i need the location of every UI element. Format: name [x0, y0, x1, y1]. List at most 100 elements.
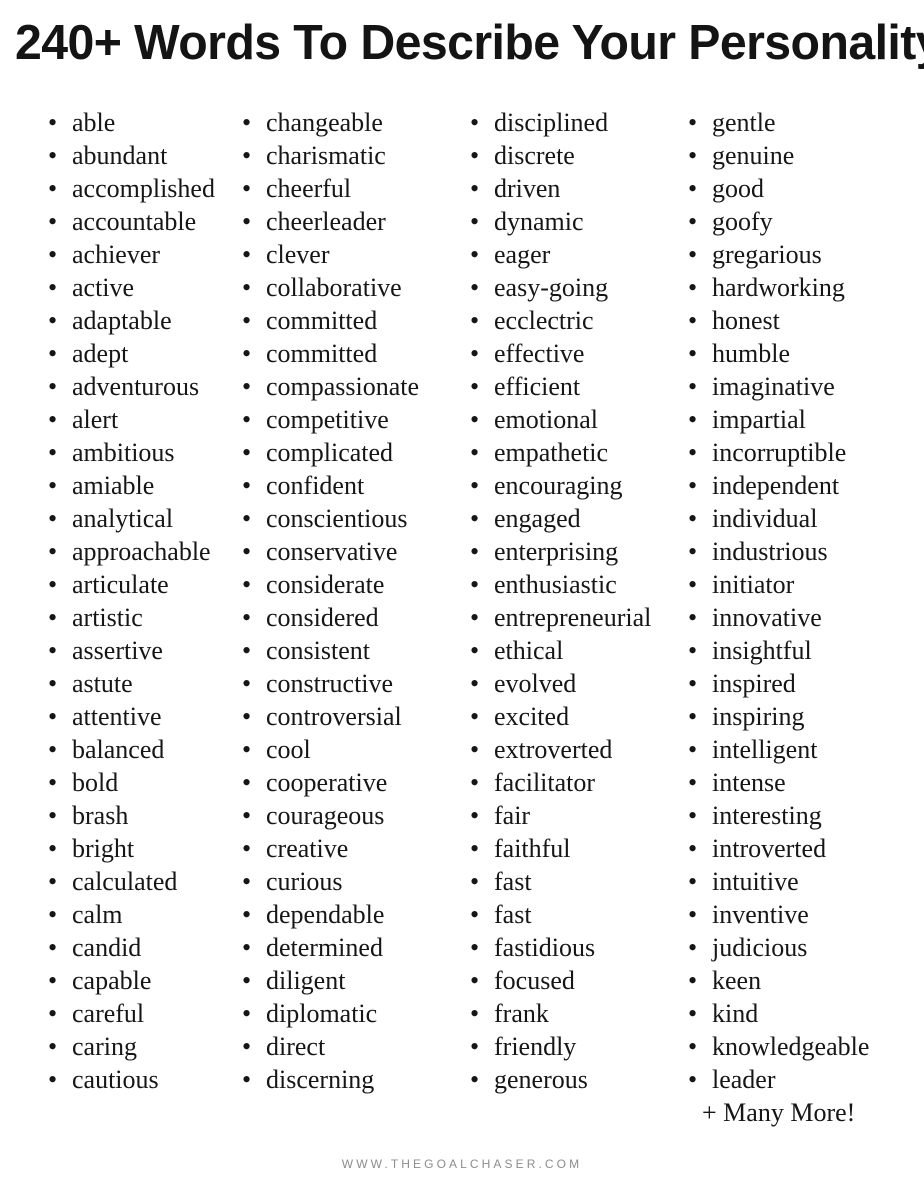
word-item: • kind: [686, 997, 924, 1030]
word-item: • analytical: [46, 502, 224, 535]
word-columns: • able • abundant • accomplished • accountable •…: [0, 70, 924, 1132]
word-label: complicated: [266, 438, 394, 467]
word-label: achiever: [72, 240, 161, 269]
bullet-icon: •: [470, 174, 480, 203]
word-item: • fastidious: [468, 931, 674, 964]
word-item: • committed: [240, 337, 456, 370]
word-item: • fast: [468, 898, 674, 931]
bullet-icon: •: [688, 900, 698, 929]
bullet-icon: •: [470, 669, 480, 698]
word-label: analytical: [72, 504, 174, 533]
bullet-icon: •: [688, 405, 698, 434]
bullet-icon: •: [688, 669, 698, 698]
word-label: inventive: [712, 900, 809, 929]
bullet-icon: •: [48, 471, 58, 500]
word-label: generous: [494, 1065, 588, 1094]
bullet-icon: •: [688, 603, 698, 632]
bullet-icon: •: [48, 207, 58, 236]
word-label: diligent: [266, 966, 346, 995]
word-label: extroverted: [494, 735, 613, 764]
bullet-icon: •: [470, 537, 480, 566]
bullet-icon: •: [470, 966, 480, 995]
title-bar: 240+ Words To Describe Your Personality: [0, 0, 924, 70]
bullet-icon: •: [48, 999, 58, 1028]
word-label: artistic: [72, 603, 143, 632]
word-item: • driven: [468, 172, 674, 205]
bullet-icon: •: [688, 636, 698, 665]
word-item: • easy-going: [468, 271, 674, 304]
bullet-icon: •: [470, 933, 480, 962]
bullet-icon: •: [242, 1032, 252, 1061]
word-label: individual: [712, 504, 818, 533]
word-label: humble: [712, 339, 790, 368]
word-item: • charismatic: [240, 139, 456, 172]
word-label: active: [72, 273, 135, 302]
word-label: fair: [494, 801, 531, 830]
bullet-icon: •: [470, 1032, 480, 1061]
word-item: • direct: [240, 1030, 456, 1063]
bullet-icon: •: [242, 1065, 252, 1094]
word-label: articulate: [72, 570, 169, 599]
word-label: engaged: [494, 504, 581, 533]
bullet-icon: •: [470, 207, 480, 236]
bullet-icon: •: [48, 405, 58, 434]
word-item: • clever: [240, 238, 456, 271]
word-label: interesting: [712, 801, 822, 830]
bullet-icon: •: [688, 801, 698, 830]
word-item: • changeable: [240, 106, 456, 139]
word-label: honest: [712, 306, 780, 335]
word-label: balanced: [72, 735, 165, 764]
word-item: • intelligent: [686, 733, 924, 766]
bullet-icon: •: [470, 273, 480, 302]
word-item: • discerning: [240, 1063, 456, 1096]
bullet-icon: •: [688, 966, 698, 995]
bullet-icon: •: [688, 867, 698, 896]
word-label: gentle: [712, 108, 776, 137]
word-label: attentive: [72, 702, 162, 731]
word-label: evolved: [494, 669, 577, 698]
word-label: entrepreneurial: [494, 603, 652, 632]
word-item: • astute: [46, 667, 224, 700]
word-label: easy-going: [494, 273, 609, 302]
bullet-icon: •: [242, 438, 252, 467]
word-item: • dynamic: [468, 205, 674, 238]
bullet-icon: •: [242, 867, 252, 896]
bullet-icon: •: [688, 339, 698, 368]
word-item: • impartial: [686, 403, 924, 436]
word-item: • enterprising: [468, 535, 674, 568]
word-label: enthusiastic: [494, 570, 617, 599]
word-item: • cooperative: [240, 766, 456, 799]
word-item: • discrete: [468, 139, 674, 172]
word-label: gregarious: [712, 240, 822, 269]
word-item: • candid: [46, 931, 224, 964]
word-item: • intense: [686, 766, 924, 799]
bullet-icon: •: [48, 900, 58, 929]
word-item: • fast: [468, 865, 674, 898]
word-label: intelligent: [712, 735, 818, 764]
bullet-icon: •: [470, 306, 480, 335]
word-label: competitive: [266, 405, 389, 434]
word-item: • dependable: [240, 898, 456, 931]
word-item: • inspired: [686, 667, 924, 700]
bullet-icon: •: [48, 174, 58, 203]
word-label: candid: [72, 933, 142, 962]
word-item: • creative: [240, 832, 456, 865]
word-item: • focused: [468, 964, 674, 997]
word-item: • consistent: [240, 634, 456, 667]
word-label: abundant: [72, 141, 168, 170]
bullet-icon: •: [688, 768, 698, 797]
bullet-icon: •: [470, 372, 480, 401]
bullet-icon: •: [48, 867, 58, 896]
bullet-icon: •: [242, 636, 252, 665]
word-label: faithful: [494, 834, 571, 863]
bullet-icon: •: [688, 999, 698, 1028]
word-label: alert: [72, 405, 119, 434]
bullet-icon: •: [470, 438, 480, 467]
word-item: • abundant: [46, 139, 224, 172]
word-item: • judicious: [686, 931, 924, 964]
word-item: • balanced: [46, 733, 224, 766]
word-item: • eager: [468, 238, 674, 271]
bullet-icon: •: [48, 570, 58, 599]
word-item: • calm: [46, 898, 224, 931]
word-label: bold: [72, 768, 119, 797]
